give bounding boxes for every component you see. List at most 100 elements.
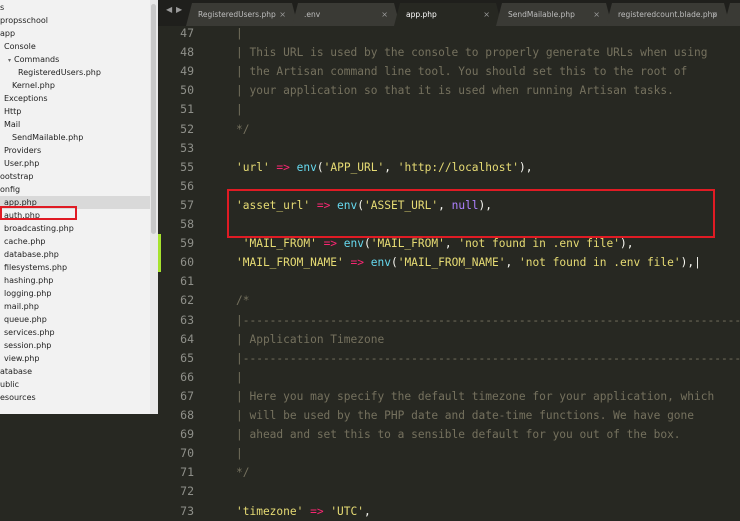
sidebar-item-label: ootstrap: [0, 172, 34, 181]
tab--env[interactable]: .env ×: [292, 3, 400, 26]
sidebar-item-http[interactable]: Http: [0, 105, 150, 118]
sidebar-item-s[interactable]: s: [0, 1, 150, 14]
code-line[interactable]: 'timezone' => 'UTC',: [236, 502, 371, 521]
code-token: 'MAIL_FROM_NAME': [397, 256, 506, 269]
code-token: 'url': [236, 161, 270, 174]
sidebar-item-label: mail.php: [4, 302, 39, 311]
code-token: 'not found in .env file': [458, 237, 620, 250]
sidebar-item-label: atabase: [0, 367, 33, 376]
line-number: 71: [180, 465, 194, 479]
code-token: (: [364, 237, 371, 250]
code-token: =>: [316, 237, 344, 250]
code-line[interactable]: | Here you may specify the default timez…: [236, 387, 714, 406]
sidebar-item-label: app: [0, 29, 16, 38]
code-line[interactable]: /*: [236, 291, 249, 310]
code-line[interactable]: | This URL is used by the console to pro…: [236, 43, 707, 62]
code-token: ),|: [680, 256, 701, 269]
tab-registeredusers-php[interactable]: RegisteredUsers.php ×: [186, 3, 298, 26]
line-number: 72: [180, 484, 194, 498]
sidebar-item-logging-php[interactable]: logging.php: [0, 287, 150, 300]
sidebar-item-label: view.php: [4, 354, 40, 363]
sidebar-item-ootstrap[interactable]: ootstrap: [0, 170, 150, 183]
sidebar-item-label: onfig: [0, 185, 21, 194]
sidebar-item-atabase[interactable]: atabase: [0, 365, 150, 378]
code-line[interactable]: */: [236, 463, 249, 482]
code-token: ,: [505, 256, 519, 269]
code-line[interactable]: |: [236, 24, 243, 43]
sidebar-item-mail[interactable]: Mail: [0, 118, 150, 131]
sidebar-item-label: session.php: [4, 341, 52, 350]
tab-next-button[interactable]: ▶: [176, 5, 182, 14]
sidebar-item-hashing-php[interactable]: hashing.php: [0, 274, 150, 287]
tab-label: app.php: [406, 10, 437, 19]
code-token: |: [236, 103, 243, 116]
sidebar-item-console[interactable]: Console: [0, 40, 150, 53]
code-token: 'MAIL_FROM_NAME': [236, 256, 344, 269]
code-token: | will be used by the PHP date and date-…: [236, 409, 695, 422]
code-token: | Application Timezone: [236, 333, 385, 346]
tab-registeredcount-blade-php[interactable]: registeredcount.blade.php ×: [606, 3, 730, 26]
tab-close-icon[interactable]: ×: [381, 3, 388, 26]
tab-close-icon[interactable]: ×: [279, 3, 286, 26]
line-number: 69: [180, 427, 194, 441]
sidebar-item-user-php[interactable]: User.php: [0, 157, 150, 170]
sidebar-item-kernel-php[interactable]: Kernel.php: [0, 79, 150, 92]
sidebar-item-services-php[interactable]: services.php: [0, 326, 150, 339]
modified-line-marker: [158, 234, 161, 253]
code-line[interactable]: 'MAIL_FROM_NAME' => env('MAIL_FROM_NAME'…: [236, 253, 701, 272]
sidebar-item-broadcasting-php[interactable]: broadcasting.php: [0, 222, 150, 235]
line-number: 62: [180, 293, 194, 307]
sidebar-item-app[interactable]: app: [0, 27, 150, 40]
code-line[interactable]: | your application so that it is used wh…: [236, 81, 674, 100]
sidebar-scrollbar-thumb[interactable]: [151, 4, 156, 234]
code-token: ,: [444, 237, 459, 250]
code-line[interactable]: |: [236, 368, 243, 387]
sidebar-item-esources[interactable]: esources: [0, 391, 150, 404]
sidebar-item-commands[interactable]: ▾ Commands: [0, 53, 150, 66]
code-token: env: [343, 237, 364, 250]
line-number: 64: [180, 332, 194, 346]
code-token: ,: [364, 505, 371, 518]
tab-prev-button[interactable]: ◀: [166, 5, 172, 14]
tab-label: RegisteredUsers.php: [198, 10, 276, 19]
sidebar-item-propsschool[interactable]: propsschool: [0, 14, 150, 27]
code-line[interactable]: |---------------------------------------…: [236, 349, 740, 368]
sidebar-item-queue-php[interactable]: queue.php: [0, 313, 150, 326]
line-number: 61: [180, 274, 194, 288]
sidebar-item-registeredusers-php[interactable]: RegisteredUsers.php: [0, 66, 150, 79]
code-line[interactable]: |: [236, 444, 243, 463]
code-line[interactable]: | the Artisan command line tool. You sho…: [236, 62, 687, 81]
sidebar-item-filesystems-php[interactable]: filesystems.php: [0, 261, 150, 274]
sidebar-item-mail-php[interactable]: mail.php: [0, 300, 150, 313]
tab-close-icon[interactable]: ×: [483, 3, 490, 26]
code-line[interactable]: 'url' => env('APP_URL', 'http://localhos…: [236, 158, 532, 177]
sidebar-item-label: broadcasting.php: [4, 224, 74, 233]
sidebar-item-sendmailable-php[interactable]: SendMailable.php: [0, 131, 150, 144]
sidebar-item-label: Console: [4, 42, 36, 51]
code-line[interactable]: | will be used by the PHP date and date-…: [236, 406, 694, 425]
code-token: | This URL is used by the console to pro…: [236, 46, 708, 59]
sidebar-item-session-php[interactable]: session.php: [0, 339, 150, 352]
line-number: 65: [180, 351, 194, 365]
sidebar-item-onfig[interactable]: onfig: [0, 183, 150, 196]
sidebar-item-ublic[interactable]: ublic: [0, 378, 150, 391]
code-line[interactable]: |: [236, 100, 243, 119]
code-line[interactable]: |---------------------------------------…: [236, 311, 740, 330]
sidebar-item-exceptions[interactable]: Exceptions: [0, 92, 150, 105]
sidebar-item-view-php[interactable]: view.php: [0, 352, 150, 365]
tab-close-icon[interactable]: ×: [711, 3, 718, 26]
sidebar-item-cache-php[interactable]: cache.php: [0, 235, 150, 248]
line-number: 50: [180, 83, 194, 97]
line-number: 60: [180, 255, 194, 269]
tab-sendmailable-php[interactable]: SendMailable.php ×: [496, 3, 612, 26]
sidebar-item-database-php[interactable]: database.php: [0, 248, 150, 261]
sidebar-item-providers[interactable]: Providers: [0, 144, 150, 157]
code-line[interactable]: */: [236, 120, 249, 139]
code-token: */: [236, 123, 250, 136]
code-token: =>: [303, 505, 331, 518]
tab-app-php[interactable]: app.php ×: [394, 3, 502, 26]
code-line[interactable]: | Application Timezone: [236, 330, 384, 349]
tab-close-icon[interactable]: ×: [593, 3, 600, 26]
code-line[interactable]: | ahead and set this to a sensible defau…: [236, 425, 681, 444]
code-token: ,: [384, 161, 398, 174]
